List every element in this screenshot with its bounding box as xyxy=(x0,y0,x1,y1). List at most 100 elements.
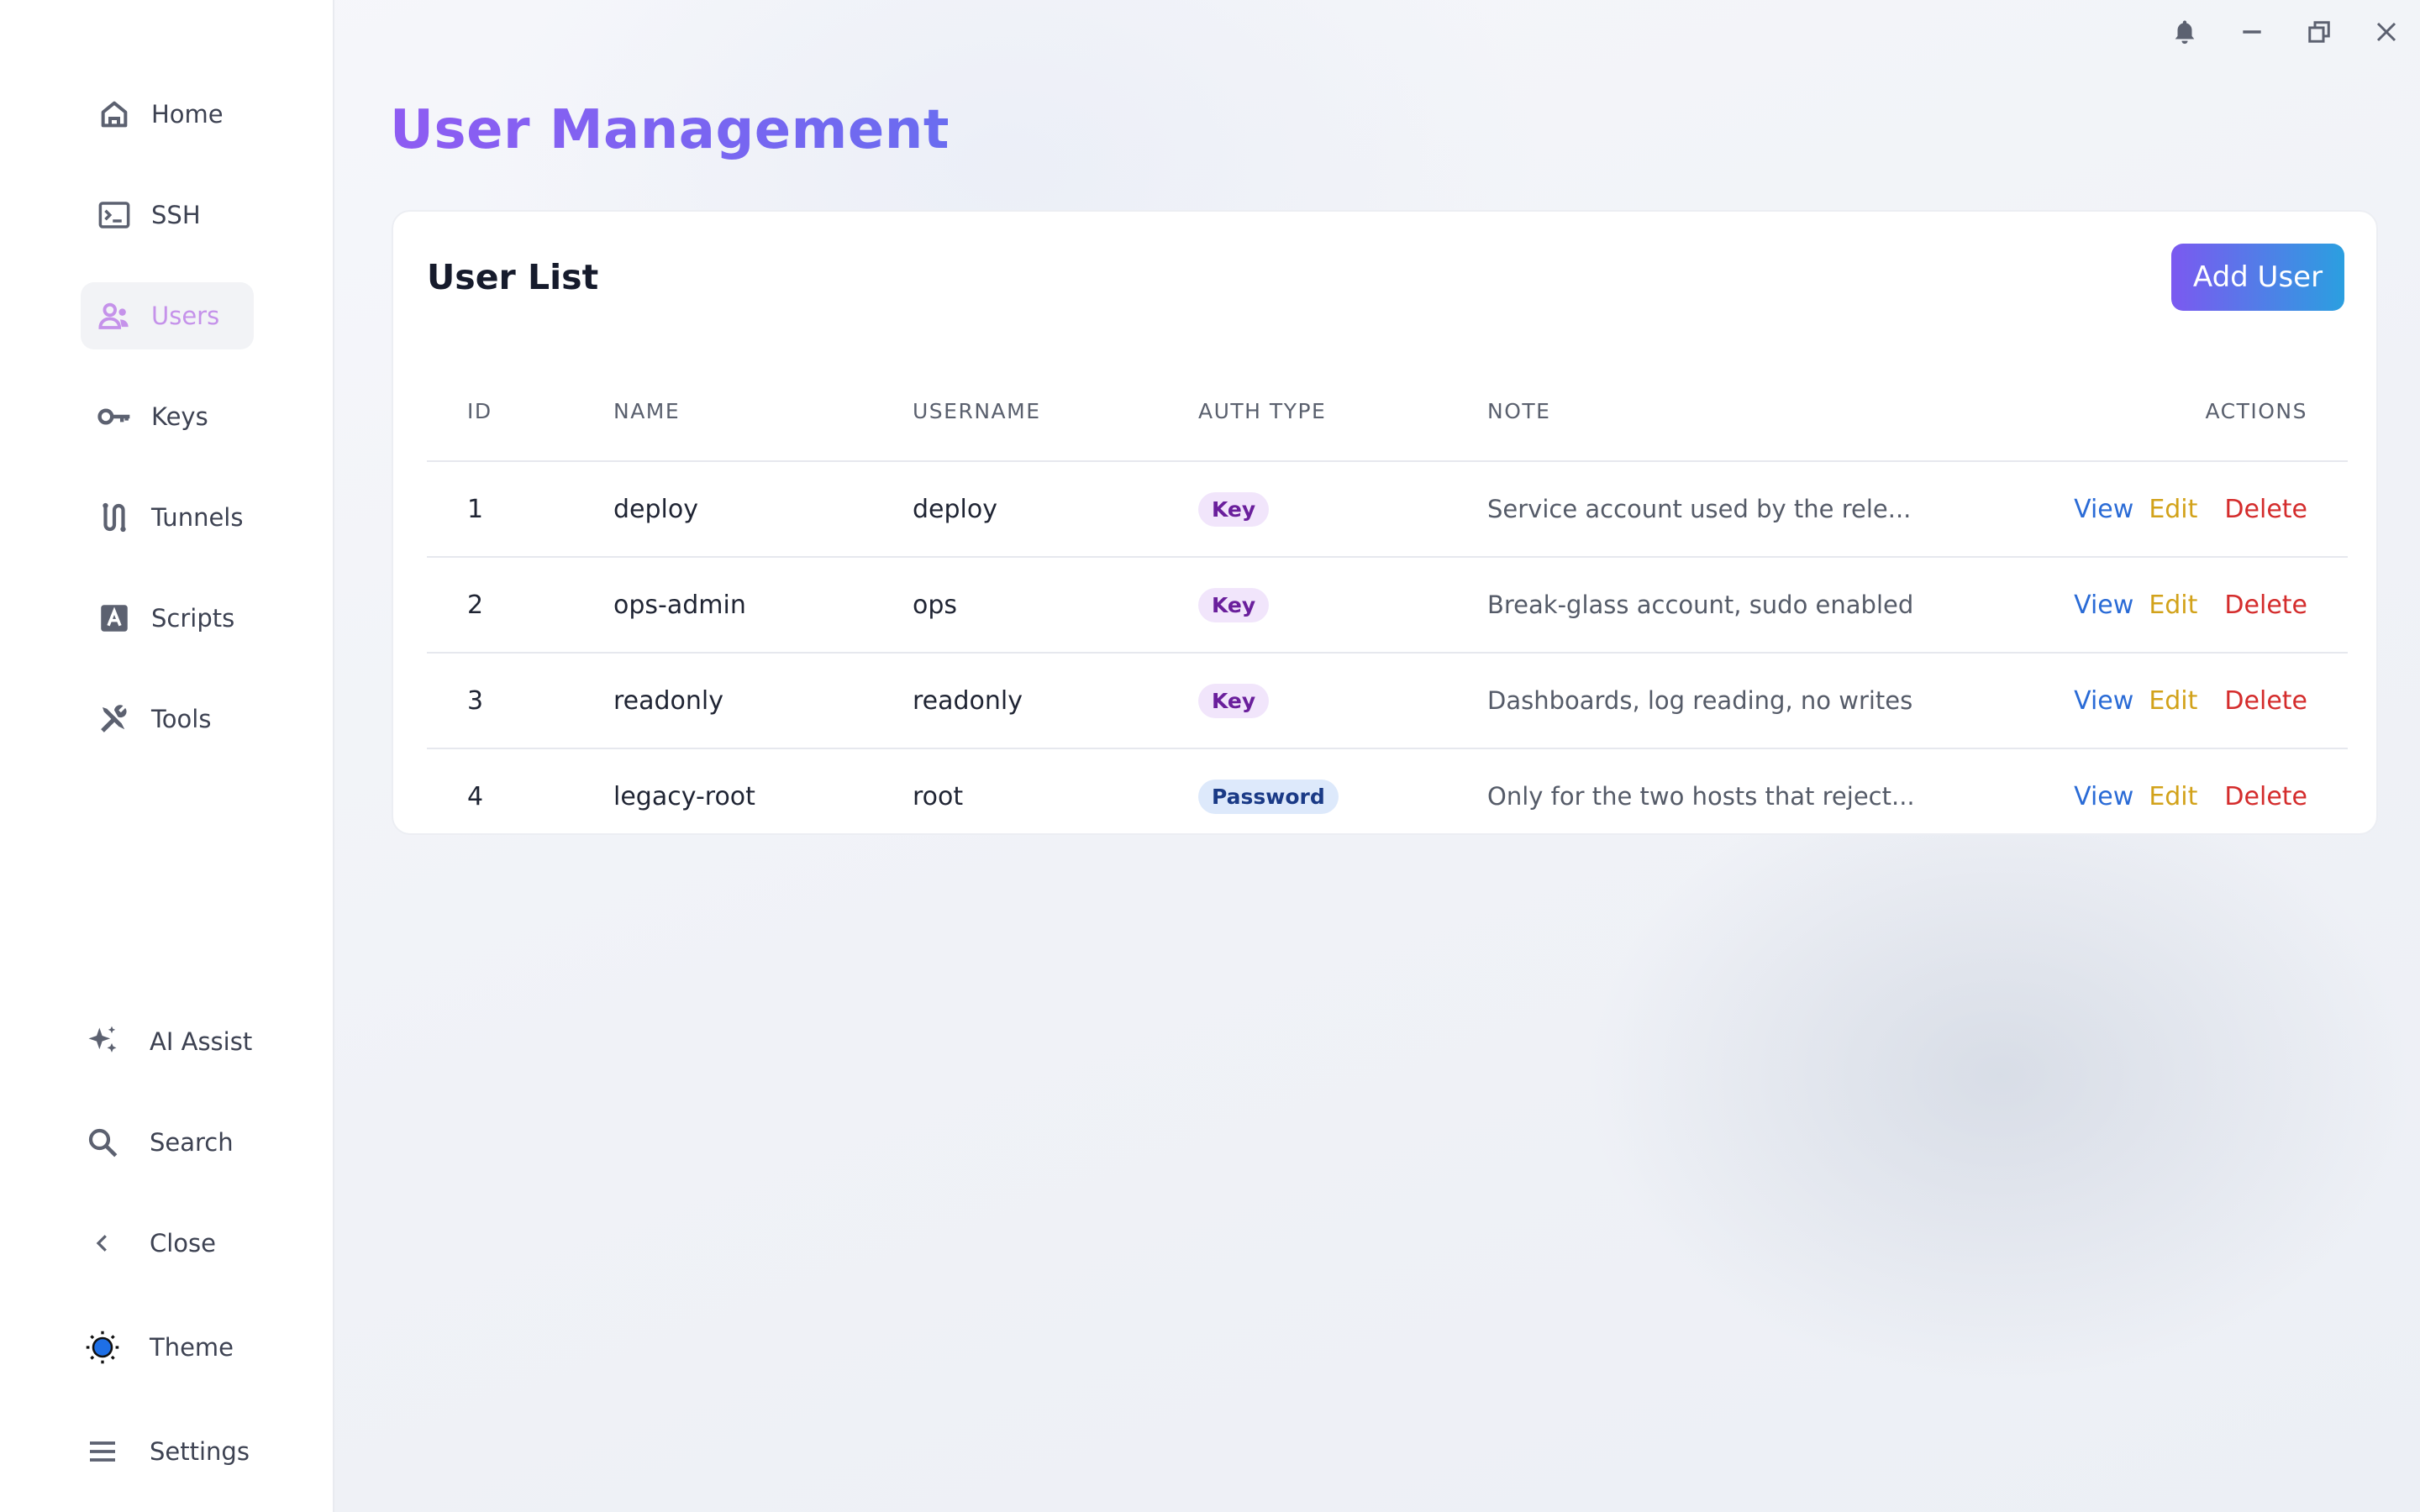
page-title: User Management xyxy=(390,99,950,161)
view-button[interactable]: View xyxy=(2074,591,2133,620)
sidebar-item-tunnels[interactable]: Tunnels xyxy=(81,484,254,551)
delete-button[interactable]: Delete xyxy=(2224,782,2307,811)
sparkle-icon xyxy=(84,1023,121,1060)
cell-username: root xyxy=(913,781,964,811)
sidebar: Home SSH Users Keys Tunnels Scripts Tool… xyxy=(0,0,334,1512)
bell-icon xyxy=(2170,18,2199,50)
cell-actions: View Edit Delete xyxy=(2074,654,2307,748)
close-icon xyxy=(2374,19,2399,48)
add-user-button[interactable]: Add User xyxy=(2171,244,2344,311)
cell-note: Break-glass account, sudo enabled xyxy=(1487,591,1914,619)
cell-actions: View Edit Delete xyxy=(2074,749,2307,843)
search-icon xyxy=(84,1124,121,1161)
terminal-icon xyxy=(96,197,133,234)
sidebar-item-home[interactable]: Home xyxy=(81,81,254,148)
delete-button[interactable]: Delete xyxy=(2224,686,2307,716)
cell-actions: View Edit Delete xyxy=(2074,558,2307,652)
cell-name: legacy-root xyxy=(613,781,755,811)
column-header-id: ID xyxy=(467,398,492,423)
view-button[interactable]: View xyxy=(2074,495,2133,524)
view-button[interactable]: View xyxy=(2074,782,2133,811)
settings-button[interactable]: Settings xyxy=(84,1425,250,1478)
home-icon xyxy=(96,96,133,133)
cell-auth-type: Key xyxy=(1198,654,1270,748)
column-header-username: USERNAME xyxy=(913,398,1041,423)
close-sidebar-button[interactable]: Close xyxy=(84,1216,216,1270)
auth-type-badge: Key xyxy=(1198,587,1270,622)
notifications-button[interactable] xyxy=(2168,17,2202,50)
cell-id: 3 xyxy=(467,685,484,716)
search-button[interactable]: Search xyxy=(84,1116,234,1169)
auth-type-badge: Password xyxy=(1198,779,1339,814)
bottom-item-label: Search xyxy=(150,1128,234,1157)
ai-assist-button[interactable]: AI Assist xyxy=(84,1015,252,1068)
cell-note: Dashboards, log reading, no writes xyxy=(1487,686,1913,715)
minimize-button[interactable] xyxy=(2235,17,2269,50)
sidebar-item-label: Scripts xyxy=(151,604,235,633)
sidebar-item-scripts[interactable]: Scripts xyxy=(81,585,254,652)
sidebar-item-keys[interactable]: Keys xyxy=(81,383,254,450)
sidebar-item-users[interactable]: Users xyxy=(81,282,254,349)
edit-button[interactable]: Edit xyxy=(2149,782,2197,811)
cell-id: 1 xyxy=(467,494,484,524)
restore-icon xyxy=(2307,19,2332,48)
table-row: 1 deploy deploy Key Service account used… xyxy=(427,462,2348,558)
sidebar-item-label: Keys xyxy=(151,402,208,431)
table-row: 4 legacy-root root Password Only for the… xyxy=(427,749,2348,843)
cell-note: Service account used by the rele... xyxy=(1487,495,1912,523)
sun-icon xyxy=(84,1329,121,1366)
user-table: ID NAME USERNAME AUTH TYPE NOTE ACTIONS … xyxy=(427,361,2348,843)
card-title: User List xyxy=(427,257,599,297)
restore-button[interactable] xyxy=(2302,17,2336,50)
sidebar-item-ssh[interactable]: SSH xyxy=(81,181,254,249)
cell-name: deploy xyxy=(613,494,698,524)
sidebar-item-label: Home xyxy=(151,100,224,129)
cell-auth-type: Password xyxy=(1198,749,1339,843)
column-header-name: NAME xyxy=(613,398,681,423)
bottom-item-label: Theme xyxy=(150,1333,234,1362)
tunnel-icon xyxy=(96,499,133,536)
column-header-note: NOTE xyxy=(1487,398,1551,423)
delete-button[interactable]: Delete xyxy=(2224,495,2307,524)
edit-button[interactable]: Edit xyxy=(2149,686,2197,716)
cell-username: deploy xyxy=(913,494,997,524)
cell-actions: View Edit Delete xyxy=(2074,462,2307,556)
table-row: 3 readonly readonly Key Dashboards, log … xyxy=(427,654,2348,749)
minimize-icon xyxy=(2238,18,2265,49)
auth-type-badge: Key xyxy=(1198,683,1270,718)
user-list-card: User List Add User ID NAME USERNAME AUTH… xyxy=(392,210,2378,835)
cell-auth-type: Key xyxy=(1198,462,1270,556)
auth-type-badge: Key xyxy=(1198,491,1270,527)
cell-username: readonly xyxy=(913,685,1023,716)
key-icon xyxy=(96,398,133,435)
cell-name: readonly xyxy=(613,685,724,716)
table-row: 2 ops-admin ops Key Break-glass account,… xyxy=(427,558,2348,654)
bottom-item-label: Close xyxy=(150,1229,216,1257)
column-header-actions: ACTIONS xyxy=(2205,398,2307,423)
cell-id: 2 xyxy=(467,590,484,620)
bottom-item-label: AI Assist xyxy=(150,1027,253,1056)
menu-icon xyxy=(84,1433,121,1470)
sidebar-item-label: Tools xyxy=(151,705,212,733)
edit-button[interactable]: Edit xyxy=(2149,495,2197,524)
users-icon xyxy=(96,297,133,334)
chevron-left-icon xyxy=(84,1225,121,1262)
cell-auth-type: Key xyxy=(1198,558,1270,652)
table-header: ID NAME USERNAME AUTH TYPE NOTE ACTIONS xyxy=(427,361,2348,462)
sidebar-item-label: SSH xyxy=(151,201,201,229)
cell-username: ops xyxy=(913,590,958,620)
cell-note: Only for the two hosts that reject... xyxy=(1487,782,1915,811)
sidebar-item-tools[interactable]: Tools xyxy=(81,685,254,753)
theme-button[interactable]: Theme xyxy=(84,1320,234,1374)
column-header-auth-type: AUTH TYPE xyxy=(1198,398,1327,423)
sidebar-item-label: Tunnels xyxy=(151,503,244,532)
view-button[interactable]: View xyxy=(2074,686,2133,716)
delete-button[interactable]: Delete xyxy=(2224,591,2307,620)
cell-id: 4 xyxy=(467,781,484,811)
sidebar-item-label: Users xyxy=(151,302,220,330)
close-window-button[interactable] xyxy=(2370,17,2403,50)
edit-button[interactable]: Edit xyxy=(2149,591,2197,620)
tools-icon xyxy=(96,701,133,738)
bottom-item-label: Settings xyxy=(150,1437,250,1466)
script-icon xyxy=(96,600,133,637)
